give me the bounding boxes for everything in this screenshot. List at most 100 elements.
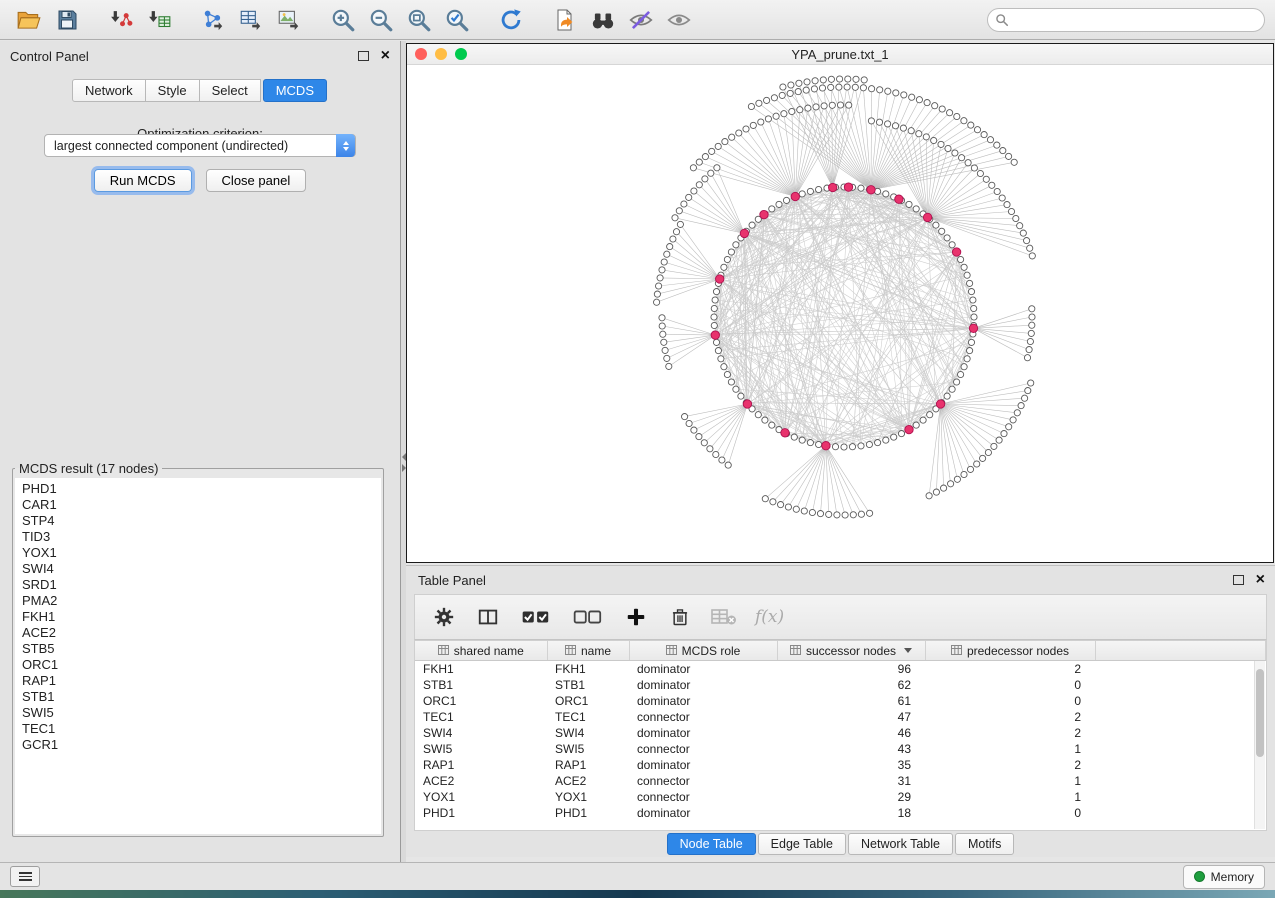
table-row[interactable]: RAP1RAP1dominator352	[415, 757, 1266, 773]
table-row[interactable]: FKH1FKH1dominator962	[415, 661, 1266, 678]
deselect-all-columns-icon[interactable]	[571, 604, 605, 630]
float-panel-icon[interactable]	[358, 51, 369, 61]
table-row[interactable]: SWI5SWI5connector431	[415, 741, 1266, 757]
status-bar: Memory	[0, 862, 1275, 890]
memory-button[interactable]: Memory	[1183, 865, 1265, 889]
cell-MCDS-role: dominator	[629, 661, 777, 678]
table-row[interactable]: TEC1TEC1connector472	[415, 709, 1266, 725]
minimize-window-icon[interactable]	[435, 48, 447, 60]
import-table-file-icon[interactable]	[140, 4, 178, 36]
mcds-node-item[interactable]: PMA2	[22, 593, 374, 609]
refresh-icon[interactable]	[492, 4, 530, 36]
mcds-node-item[interactable]: GCR1	[22, 737, 374, 753]
mcds-node-item[interactable]: SWI5	[22, 705, 374, 721]
binoculars-search-icon[interactable]	[584, 4, 622, 36]
search-icon	[995, 13, 1009, 32]
select-all-columns-icon[interactable]	[519, 604, 553, 630]
cell-empty	[1095, 805, 1266, 821]
network-window-titlebar[interactable]: YPA_prune.txt_1	[407, 44, 1273, 65]
float-table-panel-icon[interactable]	[1233, 575, 1244, 585]
criterion-dropdown[interactable]: largest connected component (undirected)	[44, 134, 356, 157]
mcds-node-item[interactable]: FKH1	[22, 609, 374, 625]
network-graph[interactable]	[407, 65, 1273, 562]
mcds-node-item[interactable]: SWI4	[22, 561, 374, 577]
cell-name: ACE2	[547, 773, 629, 789]
column-header-name[interactable]: name	[547, 641, 629, 661]
cell-shared-name: STB1	[415, 677, 547, 693]
close-panel-button[interactable]: Close panel	[206, 169, 307, 192]
table-row[interactable]: PHD1PHD1dominator180	[415, 805, 1266, 821]
table-row[interactable]: YOX1YOX1connector291	[415, 789, 1266, 805]
cell-empty	[1095, 757, 1266, 773]
run-mcds-button[interactable]: Run MCDS	[94, 169, 192, 192]
mcds-node-item[interactable]: PHD1	[22, 481, 374, 497]
import-network-file-icon[interactable]	[102, 4, 140, 36]
column-header-predecessor-nodes[interactable]: predecessor nodes	[925, 641, 1095, 661]
mcds-node-item[interactable]: CAR1	[22, 497, 374, 513]
cell-empty	[1095, 789, 1266, 805]
mcds-node-item[interactable]: STP4	[22, 513, 374, 529]
cell-successor-nodes: 18	[777, 805, 925, 821]
tab-select[interactable]: Select	[199, 79, 261, 102]
tab-mcds[interactable]: MCDS	[263, 79, 327, 102]
control-panel-tabs: NetworkStyleSelectMCDS	[0, 79, 400, 102]
tab-node-table[interactable]: Node Table	[667, 833, 756, 855]
zoom-out-icon[interactable]	[362, 4, 400, 36]
zoom-selected-icon[interactable]	[438, 4, 476, 36]
tab-network[interactable]: Network	[72, 79, 146, 102]
table-row[interactable]: ORC1ORC1dominator610	[415, 693, 1266, 709]
maximize-window-icon[interactable]	[455, 48, 467, 60]
show-columns-icon[interactable]	[475, 604, 501, 630]
close-panel-icon[interactable]: ×	[381, 50, 390, 62]
tab-style[interactable]: Style	[145, 79, 200, 102]
cell-MCDS-role: dominator	[629, 725, 777, 741]
mcds-node-item[interactable]: YOX1	[22, 545, 374, 561]
export-image-icon[interactable]	[270, 4, 308, 36]
cell-empty	[1095, 725, 1266, 741]
hide-selected-icon[interactable]	[622, 4, 660, 36]
column-header-empty	[1095, 641, 1266, 661]
mcds-result-list[interactable]: PHD1CAR1STP4TID3YOX1SWI4SRD1PMA2FKH1ACE2…	[15, 478, 381, 834]
search-input[interactable]	[987, 8, 1265, 32]
zoom-in-icon[interactable]	[324, 4, 362, 36]
column-header-successor-nodes[interactable]: successor nodes	[777, 641, 925, 661]
tab-network-table[interactable]: Network Table	[848, 833, 953, 855]
zoom-fit-icon[interactable]	[400, 4, 438, 36]
open-session-icon[interactable]	[10, 4, 48, 36]
table-settings-gear-icon[interactable]	[431, 604, 457, 630]
mcds-node-item[interactable]: RAP1	[22, 673, 374, 689]
network-canvas[interactable]	[407, 65, 1273, 562]
cell-predecessor-nodes: 0	[925, 693, 1095, 709]
mcds-node-item[interactable]: ACE2	[22, 625, 374, 641]
table-grid-icon	[565, 644, 576, 658]
add-column-icon[interactable]	[623, 604, 649, 630]
close-window-icon[interactable]	[415, 48, 427, 60]
mcds-node-item[interactable]: TID3	[22, 529, 374, 545]
column-header-shared-name[interactable]: shared name	[415, 641, 547, 661]
table-row[interactable]: STB1STB1dominator620	[415, 677, 1266, 693]
tab-motifs[interactable]: Motifs	[955, 833, 1014, 855]
mcds-node-item[interactable]: ORC1	[22, 657, 374, 673]
scrollbar-thumb[interactable]	[1256, 669, 1264, 757]
cell-name: PHD1	[547, 805, 629, 821]
search-field-wrap	[987, 8, 1265, 32]
mcds-node-item[interactable]: STB1	[22, 689, 374, 705]
mcds-node-item[interactable]: SRD1	[22, 577, 374, 593]
table-row[interactable]: SWI4SWI4dominator462	[415, 725, 1266, 741]
close-table-panel-icon[interactable]: ×	[1256, 574, 1265, 586]
table-row[interactable]: ACE2ACE2connector311	[415, 773, 1266, 789]
export-table-icon[interactable]	[232, 4, 270, 36]
show-all-icon[interactable]	[660, 4, 698, 36]
column-header-MCDS-role[interactable]: MCDS role	[629, 641, 777, 661]
tab-edge-table[interactable]: Edge Table	[758, 833, 846, 855]
mcds-node-item[interactable]: TEC1	[22, 721, 374, 737]
table-scrollbar[interactable]	[1254, 661, 1265, 829]
share-document-icon[interactable]	[546, 4, 584, 36]
export-network-icon[interactable]	[194, 4, 232, 36]
node-table: shared namenameMCDS rolesuccessor nodesp…	[415, 641, 1266, 821]
function-builder-icon: f(x)	[755, 607, 784, 627]
panel-menu-icon[interactable]	[10, 866, 40, 887]
save-session-icon[interactable]	[48, 4, 86, 36]
mcds-node-item[interactable]: STB5	[22, 641, 374, 657]
delete-column-icon[interactable]	[667, 604, 693, 630]
